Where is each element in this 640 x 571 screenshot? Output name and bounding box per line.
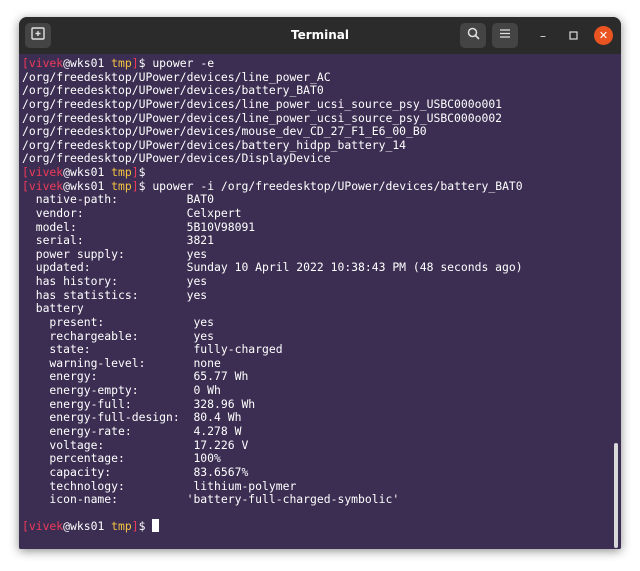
output-line: battery <box>22 301 84 315</box>
prompt-user: vivek <box>29 519 63 533</box>
maximize-button[interactable] <box>560 23 586 48</box>
text-cursor <box>152 519 159 532</box>
maximize-icon <box>569 29 578 43</box>
minimize-button[interactable]: – <box>530 23 556 48</box>
scrollbar[interactable] <box>614 443 618 548</box>
output-line: rechargeable: yes <box>22 329 214 343</box>
prompt-open-bracket: [ <box>22 519 29 533</box>
output-line: vendor: Celxpert <box>22 206 241 220</box>
prompt-host: wks01 <box>70 165 104 179</box>
menu-button[interactable] <box>492 23 518 48</box>
prompt-close-bracket: ] <box>132 179 139 193</box>
command-text: upower -i /org/freedesktop/UPower/device… <box>145 179 522 193</box>
output-line: percentage: 100% <box>22 451 221 465</box>
output-line: capacity: 83.6567% <box>22 465 248 479</box>
output-line: energy-rate: 4.278 W <box>22 424 241 438</box>
prompt-dir: tmp <box>111 519 132 533</box>
output-line: energy-full: 328.96 Wh <box>22 397 255 411</box>
prompt-dir: tmp <box>111 56 132 70</box>
prompt-at: @ <box>63 56 70 70</box>
output-line: technology: lithium-polymer <box>22 479 296 493</box>
prompt-dir: tmp <box>111 165 132 179</box>
prompt-user: vivek <box>29 179 63 193</box>
output-line: state: fully-charged <box>22 342 283 356</box>
output-line: /org/freedesktop/UPower/devices/line_pow… <box>22 97 502 111</box>
output-line: warning-level: none <box>22 356 221 370</box>
prompt-line: [vivek@wks01 tmp]$ upower -i /org/freede… <box>22 179 523 193</box>
output-line: /org/freedesktop/UPower/devices/mouse_de… <box>22 124 427 138</box>
prompt-symbol: $ <box>139 165 146 179</box>
output-line: voltage: 17.226 V <box>22 438 248 452</box>
minimize-icon: – <box>540 29 546 43</box>
search-button[interactable] <box>460 23 486 48</box>
prompt-line: [vivek@wks01 tmp]$ upower -e <box>22 56 214 70</box>
prompt-open-bracket: [ <box>22 165 29 179</box>
prompt-user: vivek <box>29 56 63 70</box>
prompt-close-bracket: ] <box>132 519 139 533</box>
hamburger-menu-icon <box>499 28 511 43</box>
output-line: energy-empty: 0 Wh <box>22 383 221 397</box>
close-button[interactable]: ✕ <box>594 26 613 45</box>
prompt-at: @ <box>63 519 70 533</box>
prompt-open-bracket: [ <box>22 56 29 70</box>
prompt-close-bracket: ] <box>132 165 139 179</box>
search-icon <box>467 27 480 44</box>
output-line: icon-name: 'battery-full-charged-symboli… <box>22 492 399 506</box>
prompt-host: wks01 <box>70 519 104 533</box>
prompt-host: wks01 <box>70 179 104 193</box>
prompt-user: vivek <box>29 165 63 179</box>
prompt-host: wks01 <box>70 56 104 70</box>
output-line: /org/freedesktop/UPower/devices/DisplayD… <box>22 151 331 165</box>
output-line: has statistics: yes <box>22 288 207 302</box>
output-line: has history: yes <box>22 274 207 288</box>
prompt-dir: tmp <box>111 179 132 193</box>
prompt-at: @ <box>63 179 70 193</box>
terminal-window: Terminal – <box>19 17 621 549</box>
output-line: energy-full-design: 80.4 Wh <box>22 410 241 424</box>
output-line: present: yes <box>22 315 214 329</box>
prompt-close-bracket: ] <box>132 56 139 70</box>
command-text <box>145 519 152 533</box>
command-text: upower -e <box>145 56 214 70</box>
titlebar[interactable]: Terminal – <box>19 17 621 54</box>
prompt-open-bracket: [ <box>22 179 29 193</box>
output-line: power supply: yes <box>22 247 207 261</box>
output-line: serial: 3821 <box>22 233 214 247</box>
prompt-line: [vivek@wks01 tmp]$ <box>22 165 145 179</box>
output-line: native-path: BAT0 <box>22 192 214 206</box>
output-line: /org/freedesktop/UPower/devices/line_pow… <box>22 70 331 84</box>
output-line: /org/freedesktop/UPower/devices/battery_… <box>22 83 324 97</box>
output-line: updated: Sunday 10 April 2022 10:38:43 P… <box>22 260 523 274</box>
output-line: /org/freedesktop/UPower/devices/battery_… <box>22 138 406 152</box>
prompt-line: [vivek@wks01 tmp]$ <box>22 519 159 533</box>
close-icon: ✕ <box>599 29 608 42</box>
output-line: /org/freedesktop/UPower/devices/line_pow… <box>22 111 502 125</box>
output-line: energy: 65.77 Wh <box>22 369 248 383</box>
output-line: model: 5B10V98091 <box>22 220 255 234</box>
terminal-content[interactable]: [vivek@wks01 tmp]$ upower -e/org/freedes… <box>19 54 621 549</box>
prompt-at: @ <box>63 165 70 179</box>
